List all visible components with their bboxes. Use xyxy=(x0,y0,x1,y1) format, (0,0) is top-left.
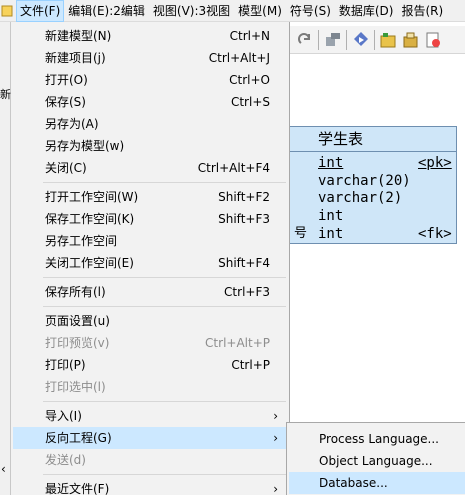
submenu-item-database[interactable]: Database... xyxy=(289,472,465,494)
chevron-right-icon: › xyxy=(273,409,278,423)
menu-separator xyxy=(43,401,286,402)
attribute-key: <pk> xyxy=(418,155,452,171)
attribute-type: varchar(2) xyxy=(318,190,403,206)
menu-item-import[interactable]: 导入(I) › xyxy=(13,405,286,427)
menu-report[interactable]: 报告(R) xyxy=(397,0,447,22)
chevron-right-icon: › xyxy=(273,482,278,496)
menu-separator xyxy=(43,474,286,475)
format-painter-icon[interactable] xyxy=(324,31,342,49)
attribute-type: int xyxy=(318,226,344,242)
menu-model[interactable]: 模型(M) xyxy=(234,0,286,22)
left-panel-strip: 新 ‹ xyxy=(0,22,11,495)
toolbar-separator xyxy=(318,30,319,50)
toolbar-separator xyxy=(346,30,347,50)
menu-item-new-model[interactable]: 新建模型(N) Ctrl+N xyxy=(13,25,286,47)
menu-item-print[interactable]: 打印(P) Ctrl+P xyxy=(13,354,286,376)
scroll-left-arrow[interactable]: ‹ xyxy=(1,462,6,476)
menu-item-close[interactable]: 关闭(C) Ctrl+Alt+F4 xyxy=(13,157,286,179)
menu-item-save-as[interactable]: 另存为(A) xyxy=(13,113,286,135)
report-icon[interactable] xyxy=(424,31,442,49)
menu-item-recent-files[interactable]: 最近文件(F) › xyxy=(13,478,286,500)
file-menu-dropdown: 新建模型(N) Ctrl+N 新建项目(j) Ctrl+Alt+J 打开(O) … xyxy=(11,22,290,496)
menu-item-save-all[interactable]: 保存所有(l) Ctrl+F3 xyxy=(13,281,286,303)
menu-item-close-workspace[interactable]: 关闭工作空间(E) Shift+F4 xyxy=(13,252,286,274)
attribute-type: varchar(20) xyxy=(318,173,411,189)
attribute-key: <fk> xyxy=(418,226,452,242)
app-icon[interactable] xyxy=(0,0,16,22)
entity-student-table[interactable]: 学生表 int <pk> varchar(20) varchar(2) int … xyxy=(290,126,457,244)
submenu-item-process-language[interactable]: Process Language... xyxy=(289,428,465,450)
attribute-type: int xyxy=(318,208,344,224)
attribute-name-fragment: 号 xyxy=(294,226,308,241)
redo-icon[interactable] xyxy=(296,31,314,49)
menu-item-save-workspace[interactable]: 保存工作空间(K) Shift+F3 xyxy=(13,208,286,230)
menu-item-print-preview[interactable]: 打印预览(v) Ctrl+Alt+P xyxy=(13,332,286,354)
menu-item-new-project[interactable]: 新建项目(j) Ctrl+Alt+J xyxy=(13,47,286,69)
reverse-engineering-submenu: Process Language... Object Language... D… xyxy=(286,422,465,495)
menu-separator xyxy=(43,182,286,183)
menu-separator xyxy=(43,306,286,307)
menu-item-save-workspace-as[interactable]: 另存工作空间 xyxy=(13,230,286,252)
menu-item-open[interactable]: 打开(O) Ctrl+O xyxy=(13,69,286,91)
toolbar-separator xyxy=(374,30,375,50)
menu-item-print-selection[interactable]: 打印选中(l) xyxy=(13,376,286,398)
menu-item-send[interactable]: 发送(d) xyxy=(13,449,286,471)
menu-bar: 文件(F) 编辑(E):2编辑 视图(V):3视图 模型(M) 符号(S) 数据… xyxy=(0,0,465,22)
menu-item-reverse-engineering[interactable]: 反向工程(G) › xyxy=(13,427,286,449)
entity-title: 学生表 xyxy=(318,130,364,148)
menu-database[interactable]: 数据库(D) xyxy=(335,0,398,22)
menu-view[interactable]: 视图(V):3视图 xyxy=(149,0,234,22)
toolbar xyxy=(290,26,465,54)
menu-item-save[interactable]: 保存(S) Ctrl+S xyxy=(13,91,286,113)
menu-edit[interactable]: 编辑(E):2编辑 xyxy=(64,0,149,22)
menu-separator xyxy=(43,277,286,278)
menu-item-save-as-model[interactable]: 另存为模型(w) xyxy=(13,135,286,157)
attribute-type: int xyxy=(318,155,344,171)
new-folder-icon[interactable] xyxy=(380,31,398,49)
open-object-icon[interactable] xyxy=(352,31,370,49)
menu-item-page-setup[interactable]: 页面设置(u) xyxy=(13,310,286,332)
menu-file[interactable]: 文件(F) xyxy=(16,0,65,22)
submenu-item-object-language[interactable]: Object Language... xyxy=(289,450,465,472)
menu-item-open-workspace[interactable]: 打开工作空间(W) Shift+F2 xyxy=(13,186,286,208)
package-icon[interactable] xyxy=(402,31,420,49)
entity-divider xyxy=(290,151,456,152)
panel-tab-glyph[interactable]: 新 xyxy=(0,86,11,102)
menu-symbol[interactable]: 符号(S) xyxy=(286,0,335,22)
chevron-right-icon: › xyxy=(273,431,278,445)
